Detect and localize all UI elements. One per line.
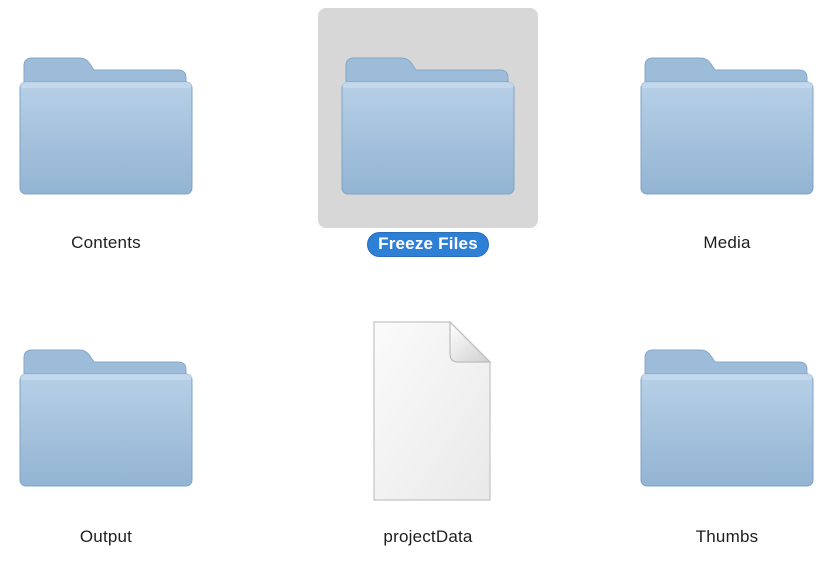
folder-icon xyxy=(6,38,206,198)
item-label[interactable]: projectData xyxy=(373,526,482,549)
item-freeze-files[interactable]: Freeze Files xyxy=(298,8,558,278)
item-label[interactable]: Contents xyxy=(61,232,151,255)
folder-icon xyxy=(6,330,206,490)
item-thumbs[interactable]: Thumbs xyxy=(597,300,837,570)
item-icon-frame xyxy=(0,300,216,520)
folder-icon xyxy=(627,38,827,198)
item-media[interactable]: Media xyxy=(597,8,837,278)
item-label[interactable]: Output xyxy=(70,526,142,549)
document-icon xyxy=(348,310,508,510)
item-label[interactable]: Media xyxy=(693,232,760,255)
item-output[interactable]: Output xyxy=(0,300,236,570)
item-contents[interactable]: Contents xyxy=(0,8,236,278)
finder-icon-grid: Contents Freeze Files Media Output proje… xyxy=(0,0,837,556)
folder-icon xyxy=(328,38,528,198)
folder-icon xyxy=(627,330,827,490)
item-label[interactable]: Thumbs xyxy=(686,526,769,549)
item-projectdata[interactable]: projectData xyxy=(298,300,558,570)
item-label[interactable]: Freeze Files xyxy=(367,232,489,257)
item-icon-frame xyxy=(617,8,837,228)
item-icon-frame xyxy=(0,8,216,228)
item-icon-frame xyxy=(318,300,538,520)
selection-highlight xyxy=(318,8,538,228)
item-icon-frame xyxy=(617,300,837,520)
